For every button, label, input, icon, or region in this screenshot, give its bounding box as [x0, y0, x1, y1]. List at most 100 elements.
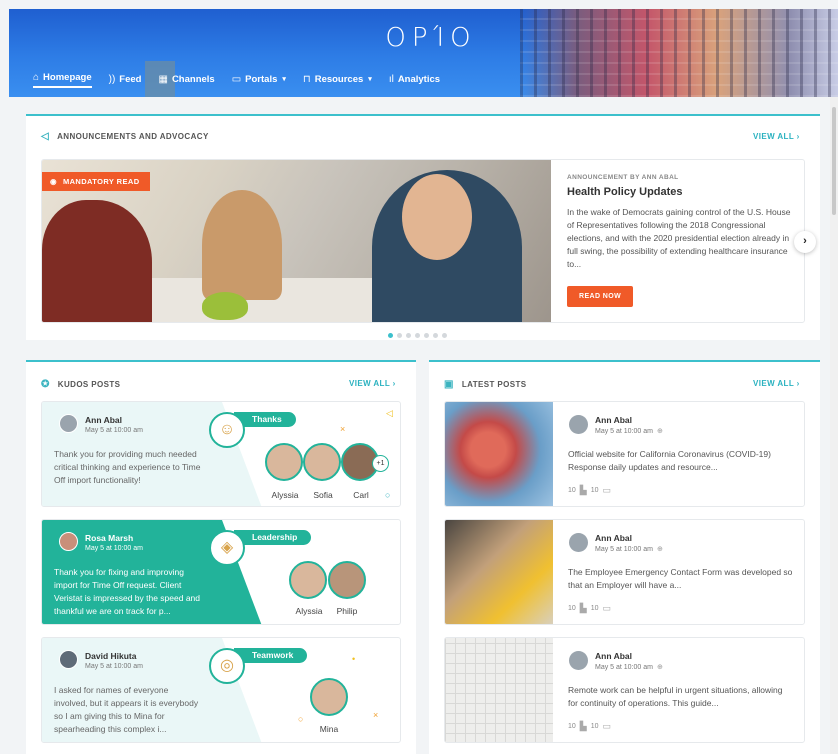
teapot-shape [202, 292, 248, 320]
nav-channels[interactable]: ▦ Channels [158, 70, 214, 88]
nav-resources[interactable]: ⊓ Resources ▾ [303, 70, 372, 88]
author-name[interactable]: Ann Abal [85, 415, 122, 425]
post-image[interactable] [445, 638, 553, 742]
latest-posts-header: ▣ LATEST POSTS [444, 379, 527, 390]
nav-feed[interactable]: )) Feed [109, 70, 142, 88]
confetti-icon: • [352, 654, 356, 664]
face-shape [402, 174, 472, 260]
comment-count: 10 [590, 487, 599, 494]
post-card[interactable]: Ann Abal May 5 at 10:00 am ⊕ The Employee… [444, 519, 805, 625]
chevron-down-icon: ▾ [282, 76, 286, 83]
comment-count: 10 [590, 605, 599, 612]
announcement-title[interactable]: Health Policy Updates [567, 186, 797, 198]
recipient-avatar[interactable] [265, 443, 303, 481]
confetti-icon: × [340, 424, 346, 434]
recipient-name: Carl [353, 490, 369, 500]
globe-icon: ⊕ [656, 664, 663, 671]
author-name[interactable]: David Hikuta [85, 651, 137, 661]
like-icon[interactable]: ▙ [580, 721, 587, 732]
person-shape [202, 190, 282, 300]
post-icon: ▣ [444, 379, 454, 390]
avatar [569, 651, 588, 670]
feed-icon: )) [108, 73, 116, 85]
globe-icon: ⊕ [656, 546, 663, 553]
page-scrollbar[interactable] [830, 97, 838, 754]
nav-label: Homepage [43, 72, 92, 83]
post-date: May 5 at 10:00 am [85, 545, 143, 552]
avatar [59, 414, 78, 433]
comment-icon[interactable]: ▭ [603, 721, 612, 732]
carousel-dot[interactable] [433, 333, 438, 338]
author-name[interactable]: Ann Abal [595, 533, 632, 543]
recipient-name: Philip [336, 606, 358, 616]
kudos-tag: Leadership [234, 530, 312, 545]
nav-analytics[interactable]: ıl Analytics [389, 70, 440, 88]
post-date: May 5 at 10:00 am [85, 663, 143, 670]
author-name[interactable]: Ann Abal [595, 651, 632, 661]
post-image[interactable] [445, 520, 553, 624]
kudos-message: Thank you for providing much needed crit… [54, 449, 201, 485]
carousel-dot[interactable] [424, 333, 429, 338]
kudos-view-all[interactable]: VIEW ALL › [349, 379, 396, 388]
carousel-dot[interactable] [406, 333, 411, 338]
post-date: May 5 at 10:00 am [85, 427, 143, 434]
post-card[interactable]: Ann Abal May 5 at 10:00 am ⊕ Official web… [444, 401, 805, 507]
thanks-badge-icon: ☺ [209, 412, 245, 448]
scrollbar-thumb[interactable] [832, 107, 836, 215]
comment-icon[interactable]: ▭ [603, 603, 612, 614]
carousel-dot[interactable] [442, 333, 447, 338]
badge-label: MANDATORY READ [62, 177, 140, 186]
post-date-row: May 5 at 10:00 am ⊕ [595, 663, 663, 671]
carousel-dot[interactable] [388, 333, 393, 338]
post-date: May 5 at 10:00 am [595, 546, 653, 553]
recipient-avatar[interactable] [328, 561, 366, 599]
kudos-card[interactable]: David Hikuta May 5 at 10:00 am I asked f… [41, 637, 401, 743]
post-excerpt: The Employee Emergency Contact Form was … [568, 567, 793, 590]
author-name[interactable]: Ann Abal [595, 415, 632, 425]
comment-icon[interactable]: ▭ [603, 485, 612, 496]
kudos-message: I asked for names of everyone involved, … [54, 685, 199, 734]
nav-label: Channels [171, 73, 215, 85]
latest-posts-view-all[interactable]: VIEW ALL › [753, 379, 800, 388]
recipient-avatar[interactable] [289, 561, 327, 599]
chevron-down-icon: ▾ [368, 76, 372, 83]
more-recipients-badge[interactable]: +1 [372, 455, 389, 472]
analytics-icon: ıl [388, 73, 394, 85]
mandatory-badge: ◉ MANDATORY READ [42, 172, 150, 191]
nav-label: Portals [245, 73, 278, 85]
nav-label: Resources [314, 73, 364, 85]
announcements-header: ◁ ANNOUNCEMENTS AND ADVOCACY [41, 131, 209, 142]
like-icon[interactable]: ▙ [580, 485, 587, 496]
logo[interactable]: ΟΡΊΟ [381, 23, 481, 53]
avatar [59, 650, 78, 669]
nav-portals[interactable]: ▭ Portals ▾ [232, 70, 286, 88]
post-image[interactable] [445, 402, 553, 506]
announcements-view-all[interactable]: VIEW ALL › [753, 132, 800, 141]
recipient-avatar[interactable] [310, 678, 348, 716]
post-card[interactable]: Ann Abal May 5 at 10:00 am ⊕ Remote work … [444, 637, 805, 743]
section-title: KUDOS POSTS [57, 380, 121, 389]
nav-homepage[interactable]: ⌂ Homepage [33, 70, 92, 88]
carousel-dot[interactable] [397, 333, 402, 338]
recipient-avatar[interactable] [303, 443, 341, 481]
like-count: 10 [568, 605, 576, 612]
avatar [569, 415, 588, 434]
post-stats: 10 ▙ 10 ▭ [568, 485, 611, 496]
read-now-button[interactable]: READ NOW [567, 286, 634, 307]
main-nav: ⌂ Homepage )) Feed ▦ Channels ▭ Portals ▾ ⊓ Re… [33, 70, 457, 88]
comment-count: 10 [590, 723, 599, 730]
author-name[interactable]: Rosa Marsh [85, 533, 133, 543]
announcement-card[interactable]: ◉ MANDATORY READ ANNOUNCEMENT BY ANN ABA… [41, 159, 805, 323]
confetti-icon: × [373, 710, 379, 720]
carousel-next-button[interactable]: › [794, 231, 816, 253]
kudos-card[interactable]: Rosa Marsh May 5 at 10:00 am Thank you f… [41, 519, 401, 625]
like-count: 10 [568, 723, 576, 730]
announcement-text: ANNOUNCEMENT BY ANN ABAL Health Policy U… [567, 174, 797, 271]
like-icon[interactable]: ▙ [580, 603, 587, 614]
person-shape [42, 200, 152, 322]
portals-icon: ▭ [231, 73, 242, 85]
kudos-card[interactable]: Ann Abal May 5 at 10:00 am Thank you for… [41, 401, 401, 507]
post-date-row: May 5 at 10:00 am ⊕ [595, 427, 663, 435]
post-excerpt: Remote work can be helpful in urgent sit… [568, 685, 783, 708]
carousel-dot[interactable] [415, 333, 420, 338]
